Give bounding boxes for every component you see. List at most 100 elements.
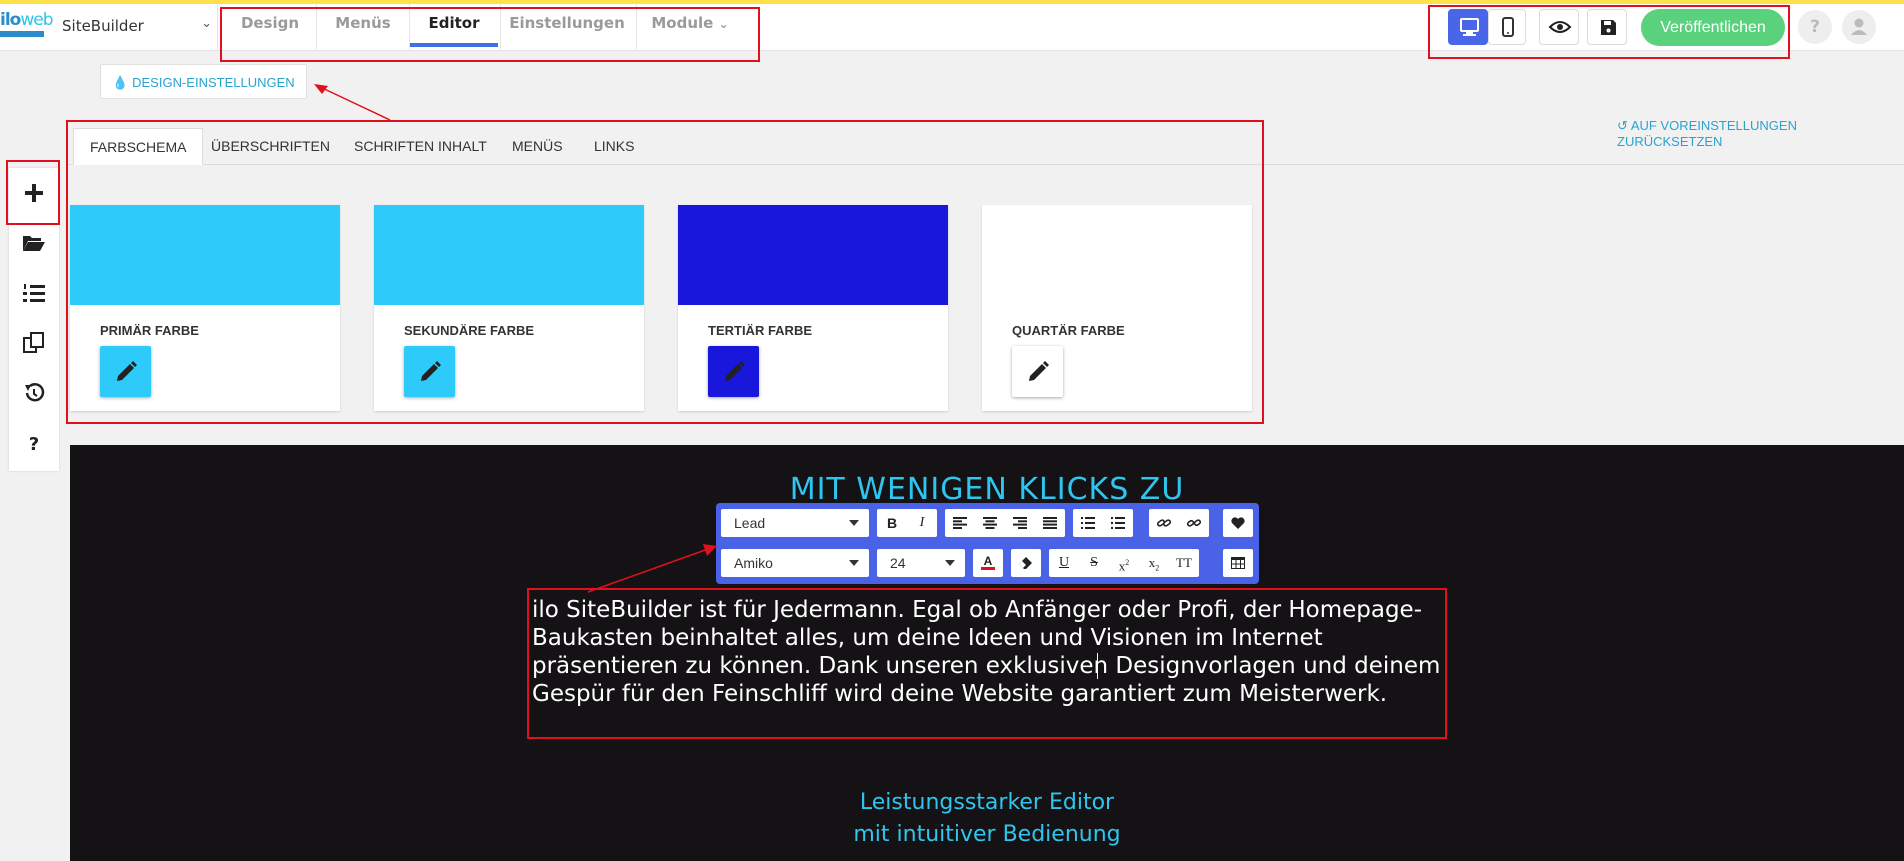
plus-icon bbox=[25, 184, 43, 202]
open-pages-button[interactable] bbox=[9, 218, 59, 268]
align-right-button[interactable] bbox=[1005, 509, 1035, 537]
question-icon: ? bbox=[29, 434, 39, 455]
iloweb-logo[interactable]: iloweb bbox=[0, 10, 54, 40]
heart-icon bbox=[1231, 517, 1245, 529]
unlink-icon bbox=[1186, 519, 1202, 527]
annotation-arrow bbox=[314, 84, 391, 121]
subtabs-divider bbox=[68, 164, 1904, 165]
desktop-view-button[interactable] bbox=[1448, 9, 1488, 45]
add-element-button[interactable] bbox=[9, 168, 59, 218]
italic-button[interactable]: I bbox=[907, 509, 937, 537]
chevron-down-icon: ⌄ bbox=[201, 16, 212, 31]
pencil-icon bbox=[420, 361, 441, 381]
desktop-icon bbox=[1460, 18, 1479, 36]
chevron-down-icon: ⌄ bbox=[718, 17, 729, 31]
subtab-farbschema[interactable]: FARBSCHEMA bbox=[73, 128, 204, 165]
user-icon bbox=[1851, 18, 1867, 35]
color-card-label: TERTIÄR FARBE bbox=[708, 323, 812, 338]
edit-color-button[interactable] bbox=[404, 346, 455, 397]
align-center-button[interactable] bbox=[975, 509, 1005, 537]
logo-text-web: web bbox=[20, 10, 53, 30]
color-card-label: SEKUNDÄRE FARBE bbox=[404, 323, 535, 338]
strikethrough-button[interactable]: S bbox=[1079, 549, 1109, 577]
align-justify-button[interactable] bbox=[1035, 509, 1065, 537]
mobile-icon bbox=[1502, 17, 1514, 37]
undo-icon: ↺ bbox=[1617, 118, 1628, 133]
tab-einstellungen[interactable]: Einstellungen bbox=[502, 0, 632, 47]
underline-button[interactable]: U bbox=[1049, 549, 1079, 577]
hero-paragraph[interactable]: ilo SiteBuilder ist für Jedermann. Egal … bbox=[532, 596, 1442, 708]
subtab-links-label: LINKS bbox=[594, 138, 635, 154]
tab-menus-label: Menüs bbox=[335, 14, 391, 32]
remove-link-button[interactable] bbox=[1179, 509, 1209, 537]
save-button[interactable] bbox=[1587, 9, 1627, 45]
caret-down-icon bbox=[945, 560, 955, 566]
pencil-icon bbox=[116, 361, 137, 381]
subtab-links[interactable]: LINKS bbox=[578, 128, 650, 164]
tab-design-label: Design bbox=[240, 14, 300, 32]
caret-down-icon bbox=[849, 560, 859, 566]
color-card-primary: PRIMÄR FARBE bbox=[70, 205, 340, 411]
subheading-line-2[interactable]: mit intuitiver Bedienung bbox=[0, 822, 1904, 847]
ordered-list-button[interactable] bbox=[1073, 509, 1103, 537]
subheading-line-1[interactable]: Leistungsstarker Editor bbox=[0, 790, 1904, 815]
link-icon bbox=[1156, 519, 1172, 527]
insert-table-button[interactable] bbox=[1223, 549, 1253, 577]
eye-icon bbox=[1548, 21, 1572, 33]
user-avatar[interactable] bbox=[1842, 10, 1876, 44]
clear-format-button[interactable] bbox=[1011, 549, 1041, 577]
mobile-view-button[interactable] bbox=[1488, 9, 1526, 45]
subtab-ueberschriften-label: ÜBERSCHRIFTEN bbox=[211, 138, 331, 154]
insert-link-button[interactable] bbox=[1149, 509, 1179, 537]
rich-text-toolbar: Lead B I Amiko 24 A U S x2 x2 TT bbox=[716, 503, 1259, 584]
tab-module-label: Module bbox=[651, 14, 714, 32]
tab-editor-label: Editor bbox=[428, 14, 480, 32]
help-button[interactable]: ? bbox=[1798, 10, 1832, 44]
color-card-secondary: SEKUNDÄRE FARBE bbox=[374, 205, 644, 411]
design-settings-button[interactable]: 💧 DESIGN-EINSTELLUNGEN bbox=[100, 64, 307, 99]
edit-color-button[interactable] bbox=[1012, 346, 1063, 397]
font-size-select[interactable]: 24 bbox=[877, 549, 965, 577]
text-transform-button[interactable]: TT bbox=[1169, 549, 1199, 577]
color-card-tertiary: TERTIÄR FARBE bbox=[678, 205, 948, 411]
subtab-schriften-inhalt[interactable]: SCHRIFTEN INHALT bbox=[338, 128, 503, 164]
help-sidebar-button[interactable]: ? bbox=[9, 418, 59, 468]
unordered-list-button[interactable] bbox=[1103, 509, 1133, 537]
structure-button[interactable] bbox=[9, 268, 59, 318]
color-card-label: QUARTÄR FARBE bbox=[1012, 323, 1125, 338]
tab-editor[interactable]: Editor bbox=[410, 0, 498, 47]
text-color-button[interactable]: A bbox=[973, 549, 1003, 577]
clear-format-group bbox=[1011, 549, 1041, 577]
subscript-button[interactable]: x2 bbox=[1139, 549, 1169, 577]
favorite-button[interactable] bbox=[1223, 509, 1253, 537]
caret-down-icon bbox=[849, 520, 859, 526]
publish-button[interactable]: Veröffentlichen bbox=[1641, 9, 1785, 46]
subtab-ueberschriften[interactable]: ÜBERSCHRIFTEN bbox=[195, 128, 346, 164]
publish-label: Veröffentlichen bbox=[1660, 19, 1766, 36]
font-size-value: 24 bbox=[890, 555, 906, 571]
subtab-menues-label: MENÜS bbox=[512, 138, 563, 154]
bold-button[interactable]: B bbox=[877, 509, 907, 537]
tab-module[interactable]: Module ⌄ bbox=[640, 0, 740, 47]
superscript-button[interactable]: x2 bbox=[1109, 549, 1139, 577]
align-left-button[interactable] bbox=[945, 509, 975, 537]
hero-heading[interactable]: MIT WENIGEN KLICKS ZU bbox=[0, 472, 1904, 507]
preview-button[interactable] bbox=[1539, 9, 1579, 45]
font-family-select[interactable]: Amiko bbox=[721, 549, 869, 577]
folder-open-icon bbox=[23, 236, 45, 251]
color-swatch bbox=[678, 205, 948, 305]
subtab-menues[interactable]: MENÜS bbox=[496, 128, 579, 164]
color-card-quaternary: QUARTÄR FARBE bbox=[982, 205, 1252, 411]
text-decoration-group: U S x2 x2 TT bbox=[1049, 549, 1199, 577]
edit-color-button[interactable] bbox=[708, 346, 759, 397]
site-select[interactable]: SiteBuilder ⌄ bbox=[62, 16, 212, 37]
left-sidebar: ? bbox=[9, 168, 59, 471]
reset-defaults-link[interactable]: ↺ AUF VOREINSTELLUNGEN ZURÜCKSETZEN bbox=[1617, 118, 1904, 149]
tab-design[interactable]: Design bbox=[227, 0, 313, 47]
edit-color-button[interactable] bbox=[100, 346, 151, 397]
text-style-select[interactable]: Lead bbox=[721, 509, 869, 537]
tab-menus[interactable]: Menüs bbox=[320, 0, 406, 47]
color-swatch bbox=[70, 205, 340, 305]
copy-button[interactable] bbox=[9, 318, 59, 368]
history-button[interactable] bbox=[9, 368, 59, 418]
